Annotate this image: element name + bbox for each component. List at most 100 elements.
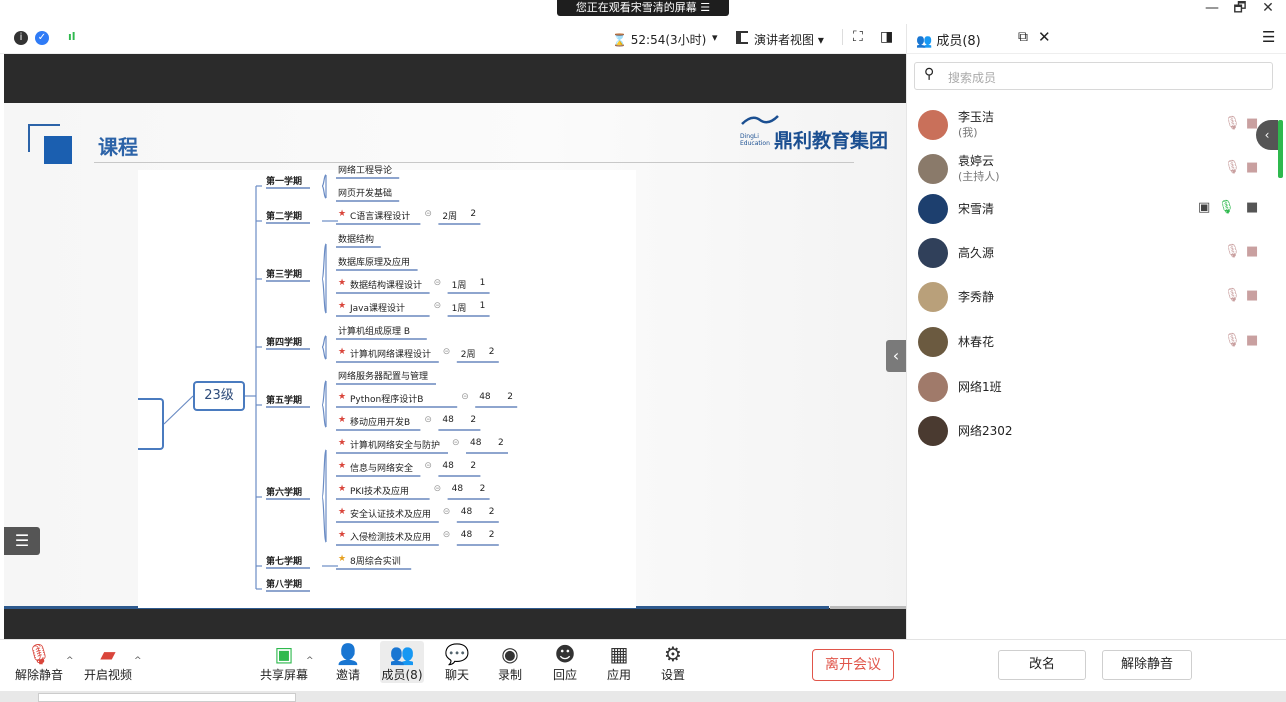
member-name: 网络1班	[958, 380, 1002, 394]
mic-off-icon[interactable]: 🎙	[1224, 244, 1241, 259]
invite-button[interactable]: 👤 邀请	[330, 641, 366, 683]
audio-options-caret[interactable]: ^	[66, 656, 74, 666]
video-options-caret[interactable]: ^	[134, 656, 142, 666]
member-role: (我)	[958, 126, 978, 139]
course-credits: 2	[498, 438, 504, 448]
taskbar-field[interactable]	[38, 693, 296, 702]
start-video-button[interactable]: ▰ 开启视频	[82, 641, 134, 683]
mic-off-icon: 🎙	[26, 642, 52, 666]
semester-label: 第一学期	[266, 177, 303, 187]
member-row[interactable]: 网络1班	[906, 366, 1286, 410]
view-mode-dropdown[interactable]: 演讲者视图 ▾	[754, 31, 824, 48]
member-row[interactable]: 高久源 🎙 ■	[906, 232, 1286, 276]
apps-icon: ▦	[609, 642, 629, 666]
search-placeholder: 搜索成员	[948, 71, 997, 85]
video-off-icon[interactable]: ■	[1246, 333, 1258, 348]
course-hours: 48	[470, 438, 482, 448]
avatar	[918, 154, 948, 184]
course-label: C语言课程设计	[350, 212, 411, 222]
screen-share-banner[interactable]: 您正在观看宋雪清的屏幕 ☰	[557, 0, 729, 16]
course-star-icon: ★	[338, 209, 347, 219]
semester-label: 第四学期	[266, 338, 303, 348]
course-hours: 2周	[442, 212, 458, 222]
slide-title: 课程	[98, 135, 138, 159]
course-label: 网络工程导论	[338, 166, 393, 176]
member-row[interactable]: 林春花 🎙 ■	[906, 321, 1286, 365]
member-row[interactable]: 网络2302	[906, 410, 1286, 454]
chat-button[interactable]: 💬 聊天	[440, 641, 474, 683]
unmute-button[interactable]: 🎙 解除静音	[14, 641, 64, 683]
members-button[interactable]: 👥 成员(8)	[380, 641, 424, 683]
course-label: 数据库原理及应用	[338, 258, 411, 268]
course-hours: 48	[451, 484, 464, 494]
apps-button[interactable]: ▦ 应用	[602, 641, 636, 683]
share-screen-icon: ▣	[274, 642, 294, 666]
layout-toggle-icon[interactable]: ◨	[880, 29, 893, 45]
member-row[interactable]: 李玉洁 (我) 🎙 ■	[906, 104, 1286, 148]
video-off-icon: ▰	[100, 642, 116, 666]
course-link-icon: ⊝	[442, 347, 451, 357]
fullscreen-icon[interactable]: ⛶	[853, 29, 863, 45]
rename-button[interactable]: 改名	[998, 650, 1086, 680]
video-off-icon[interactable]: ■	[1246, 244, 1258, 259]
course-link-icon: ⊝	[461, 392, 469, 402]
course-hours: 48	[442, 415, 454, 425]
course-star-icon: ★	[338, 484, 347, 494]
course-credits: 2	[488, 347, 495, 357]
panel-menu-icon[interactable]: ☰	[1262, 28, 1275, 46]
chat-icon: 💬	[444, 642, 470, 666]
shield-check-icon[interactable]: ✓	[35, 31, 49, 45]
reactions-button[interactable]: ☻ 回应	[547, 641, 583, 683]
member-name: 林春花	[958, 335, 995, 349]
course-label: 8周综合实训	[350, 557, 401, 567]
members-panel-footer	[906, 639, 1286, 691]
course-star-icon: ★	[338, 438, 347, 448]
popout-panel-icon[interactable]: ⧉	[1018, 29, 1028, 45]
course-label: 数据结构	[338, 235, 375, 245]
avatar	[918, 416, 948, 446]
share-screen-button[interactable]: ▣ 共享屏幕	[258, 641, 310, 683]
course-label: 计算机组成原理 B	[338, 327, 411, 337]
video-off-icon[interactable]: ■	[1246, 288, 1258, 303]
member-row[interactable]: 袁婷云 (主持人) 🎙 ■	[906, 148, 1286, 192]
mic-off-icon[interactable]: 🎙	[1224, 160, 1241, 175]
floating-handle[interactable]: ‹	[1256, 120, 1278, 150]
course-label: Python程序设计B	[350, 395, 424, 405]
speaker-view-icon[interactable]	[736, 31, 748, 44]
mic-off-icon[interactable]: 🎙	[1224, 116, 1241, 131]
restore-button[interactable]: 🗗	[1228, 0, 1252, 18]
course-link-icon: ⊝	[452, 438, 460, 448]
meeting-window: 您正在观看宋雪清的屏幕 ☰ — 🗗 ✕ i ✓ ıl ⌛ 52:54(3小时) …	[0, 0, 1286, 702]
course-label: 网络服务器配置与管理	[338, 372, 429, 382]
course-label: 信息与网络安全	[350, 464, 414, 474]
course-label: 入侵检测技术及应用	[350, 533, 432, 543]
mic-off-icon[interactable]: 🎙	[1224, 333, 1241, 348]
close-window-button[interactable]: ✕	[1256, 0, 1280, 18]
course-label: 数据结构课程设计	[350, 281, 423, 291]
leave-meeting-button[interactable]: 离开会议	[812, 649, 894, 681]
timer-dropdown-icon[interactable]: ▾	[712, 31, 718, 44]
collapse-panel-button[interactable]: ‹	[886, 340, 906, 372]
member-row[interactable]: 宋雪清 🎙 ■ ▣	[906, 188, 1286, 232]
course-link-icon: ⊝	[433, 301, 442, 311]
members-icon: 👥	[389, 642, 415, 666]
close-panel-icon[interactable]: ✕	[1038, 28, 1051, 46]
settings-button[interactable]: ⚙ 设置	[656, 641, 690, 683]
mic-on-icon[interactable]: 🎙	[1218, 200, 1235, 215]
course-link-icon: ⊝	[433, 278, 442, 288]
minimize-button[interactable]: —	[1200, 0, 1224, 18]
course-label: 移动应用开发B	[350, 418, 411, 428]
video-off-icon[interactable]: ■	[1246, 200, 1258, 215]
video-off-icon[interactable]: ■	[1246, 160, 1258, 175]
unmute-all-button[interactable]: 解除静音	[1102, 650, 1192, 680]
record-button[interactable]: ◉ 录制	[493, 641, 527, 683]
course-link-icon: ⊝	[442, 507, 451, 517]
mic-off-icon[interactable]: 🎙	[1224, 288, 1241, 303]
member-row[interactable]: 李秀静 🎙 ■	[906, 276, 1286, 320]
members-tab[interactable]: 👥 成员(8)	[916, 30, 981, 49]
list-toggle-button[interactable]: ☰	[4, 527, 40, 555]
info-icon[interactable]: i	[14, 31, 28, 45]
share-options-caret[interactable]: ^	[306, 656, 314, 666]
slide-title-block	[44, 136, 72, 164]
signal-strength-icon[interactable]: ıl	[68, 30, 76, 43]
